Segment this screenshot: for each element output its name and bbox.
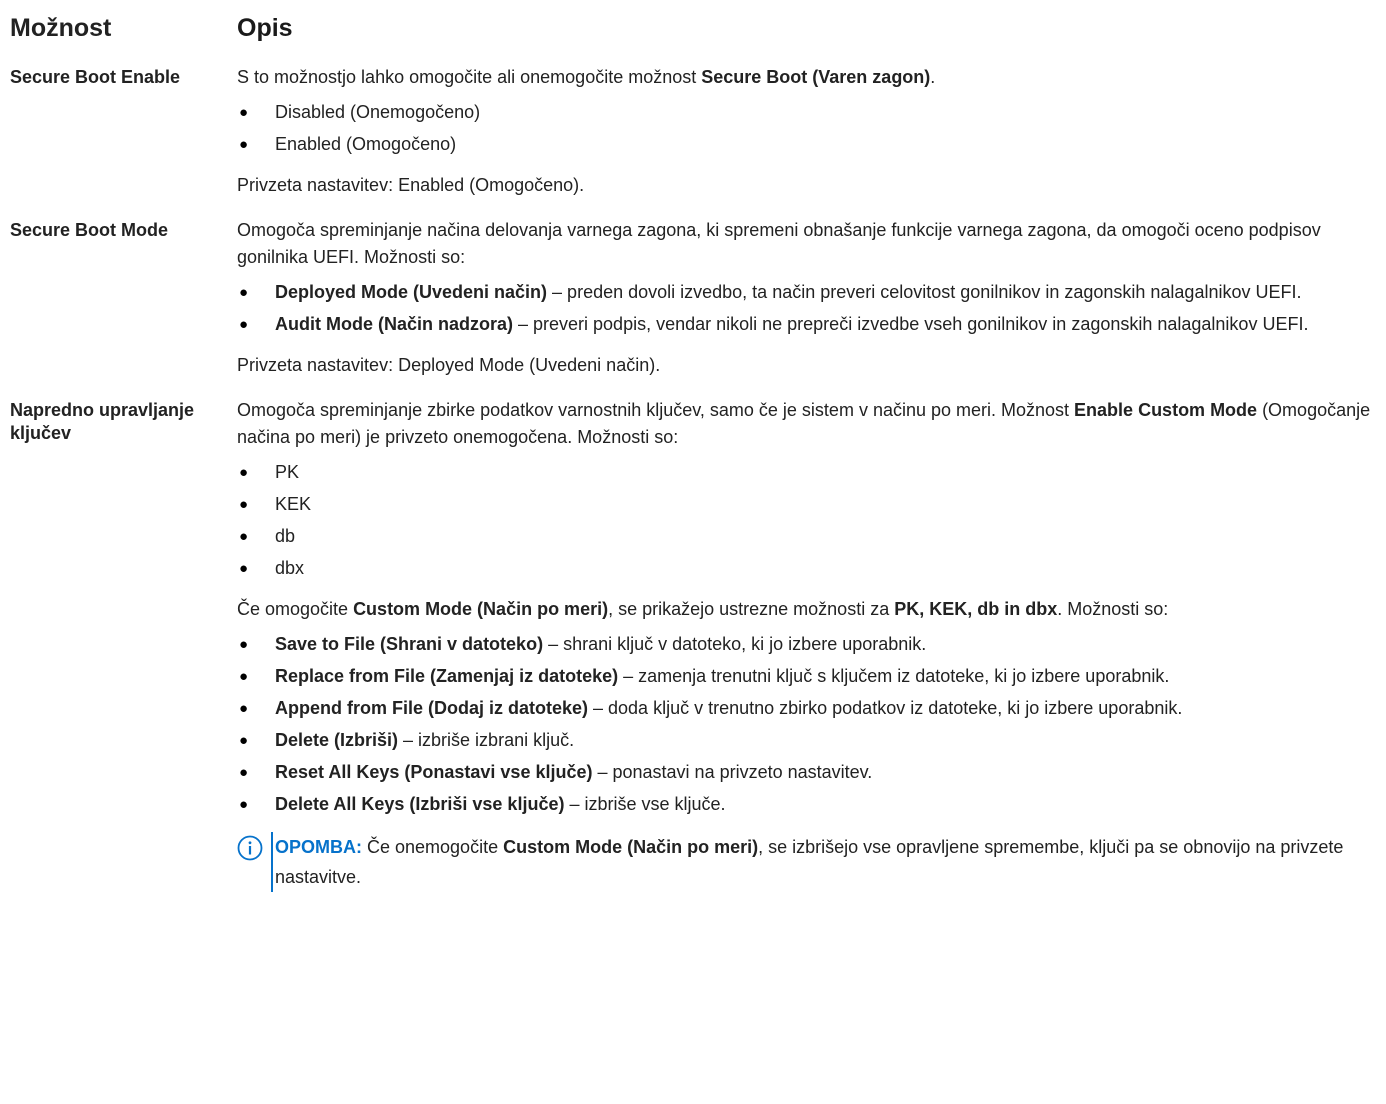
bold-span: Reset All Keys (Ponastavi vse ključe) <box>275 762 593 782</box>
list-item-text: – izbriše vse ključe. <box>564 794 726 814</box>
list-item-text: – doda ključ v trenutno zbirko podatkov … <box>588 698 1183 718</box>
list-item-text: – shrani ključ v datoteko, ki jo izbere … <box>543 634 927 654</box>
text-span: Če onemogočite <box>362 837 504 857</box>
text-span: . Možnosti so: <box>1057 599 1169 619</box>
note-label: OPOMBA: <box>275 837 362 857</box>
bullet-icon: ● <box>239 284 249 301</box>
option-name: Secure Boot Mode <box>10 220 169 240</box>
bullet-icon: ● <box>239 464 249 481</box>
list-item-text: db <box>275 526 296 546</box>
list-item: ● PK <box>237 459 1382 486</box>
list-item: ● Disabled (Onemogočeno) <box>237 99 1382 126</box>
list-item-text: – preveri podpis, vendar nikoli ne prepr… <box>513 314 1309 334</box>
list-item: ● KEK <box>237 491 1382 518</box>
text-span: S to možnostjo lahko omogočite ali onemo… <box>237 67 702 87</box>
text-span: Omogoča spreminjanje zbirke podatkov var… <box>237 400 1075 420</box>
bullet-icon: ● <box>239 136 249 153</box>
note-text: OPOMBA: Če onemogočite Custom Mode (Nači… <box>271 832 1382 892</box>
description-text: S to možnostjo lahko omogočite ali onemo… <box>237 64 1382 91</box>
options-list: ● Deployed Mode (Uvedeni način) – preden … <box>237 279 1382 338</box>
bullet-icon: ● <box>239 316 249 333</box>
bullet-icon: ● <box>239 560 249 577</box>
list-item-text: Enabled (Omogočeno) <box>275 134 457 154</box>
list-item: ● Audit Mode (Način nadzora) – preveri po… <box>237 311 1382 338</box>
list-item-text: KEK <box>275 494 312 514</box>
list-item: ● Reset All Keys (Ponastavi vse ključe) –… <box>237 759 1382 786</box>
bullet-icon: ● <box>239 668 249 685</box>
list-item: ● Enabled (Omogočeno) <box>237 131 1382 158</box>
list-item: ● Delete (Izbriši) – izbriše izbrani klju… <box>237 727 1382 754</box>
table-row-key-management: Napredno upravljanje ključev Omogoča spr… <box>10 397 1382 892</box>
bullet-icon: ● <box>239 104 249 121</box>
bold-span: Append from File (Dodaj iz datoteke) <box>275 698 589 718</box>
info-circle-icon <box>237 835 263 861</box>
list-item-text: – zamenja trenutni ključ s ključem iz da… <box>618 666 1170 686</box>
table-row-secure-boot-enable: Secure Boot Enable S to možnostjo lahko … <box>10 64 1382 199</box>
bullet-icon: ● <box>239 796 249 813</box>
default-setting: Privzeta nastavitev: Enabled (Omogočeno)… <box>237 175 585 195</box>
list-item: ● Deployed Mode (Uvedeni način) – preden … <box>237 279 1382 306</box>
description-text: Omogoča spreminjanje načina delovanja va… <box>237 220 1321 267</box>
option-name: Napredno upravljanje ključev <box>10 400 195 443</box>
bold-span: Delete (Izbriši) <box>275 730 399 750</box>
option-name: Secure Boot Enable <box>10 67 181 87</box>
description-text: Omogoča spreminjanje zbirke podatkov var… <box>237 397 1382 451</box>
list-item-text: Disabled (Onemogočeno) <box>275 102 481 122</box>
bold-span: Save to File (Shrani v datoteko) <box>275 634 544 654</box>
bold-span: Custom Mode (Način po meri) <box>503 837 759 857</box>
bullet-icon: ● <box>239 528 249 545</box>
list-item: ● db <box>237 523 1382 550</box>
note-box: OPOMBA: Če onemogočite Custom Mode (Nači… <box>237 832 1382 892</box>
list-item: ● Save to File (Shrani v datoteko) – shra… <box>237 631 1382 658</box>
list-item-text: – ponastavi na privzeto nastavitev. <box>592 762 873 782</box>
list-item-text: – izbriše izbrani ključ. <box>398 730 575 750</box>
text-span: . <box>930 67 936 87</box>
bold-span: PK, KEK, db in dbx <box>894 599 1058 619</box>
option-description: Omogoča spreminjanje načina delovanja va… <box>237 217 1382 379</box>
custom-mode-text: Če omogočite Custom Mode (Način po meri)… <box>237 596 1382 623</box>
options-table: Možnost Opis Secure Boot Enable S to mož… <box>10 10 1382 892</box>
keys-list: ● PK ● KEK ● db ● dbx <box>237 459 1382 582</box>
header-description: Opis <box>237 14 293 42</box>
default-setting: Privzeta nastavitev: Deployed Mode (Uved… <box>237 355 661 375</box>
header-option: Možnost <box>10 14 112 42</box>
bold-span: Custom Mode (Način po meri) <box>353 599 609 619</box>
bold-span: Deployed Mode (Uvedeni način) <box>275 282 548 302</box>
table-header: Možnost Opis <box>10 10 1382 46</box>
bold-span: Delete All Keys (Izbriši vse ključe) <box>275 794 565 814</box>
option-description: S to možnostjo lahko omogočite ali onemo… <box>237 64 1382 199</box>
list-item-text: PK <box>275 462 300 482</box>
bullet-icon: ● <box>239 496 249 513</box>
bold-span: Audit Mode (Način nadzora) <box>275 314 513 334</box>
text-span: Če omogočite <box>237 599 354 619</box>
bullet-icon: ● <box>239 700 249 717</box>
list-item-text: – preden dovoli izvedbo, ta način prever… <box>547 282 1302 302</box>
list-item: ● Delete All Keys (Izbriši vse ključe) – … <box>237 791 1382 818</box>
text-span: , se prikažejo ustrezne možnosti za <box>608 599 895 619</box>
bold-span: Replace from File (Zamenjaj iz datoteke) <box>275 666 619 686</box>
list-item: ● Append from File (Dodaj iz datoteke) – … <box>237 695 1382 722</box>
option-description: Omogoča spreminjanje zbirke podatkov var… <box>237 397 1382 892</box>
options-list: ● Disabled (Onemogočeno) ● Enabled (Omogoč… <box>237 99 1382 158</box>
list-item: ● Replace from File (Zamenjaj iz datoteke… <box>237 663 1382 690</box>
actions-list: ● Save to File (Shrani v datoteko) – shra… <box>237 631 1382 818</box>
bullet-icon: ● <box>239 764 249 781</box>
bold-span: Enable Custom Mode <box>1074 400 1258 420</box>
bullet-icon: ● <box>239 732 249 749</box>
list-item-text: dbx <box>275 558 305 578</box>
bullet-icon: ● <box>239 636 249 653</box>
bold-span: Secure Boot (Varen zagon) <box>701 67 931 87</box>
table-row-secure-boot-mode: Secure Boot Mode Omogoča spreminjanje na… <box>10 217 1382 379</box>
list-item: ● dbx <box>237 555 1382 582</box>
